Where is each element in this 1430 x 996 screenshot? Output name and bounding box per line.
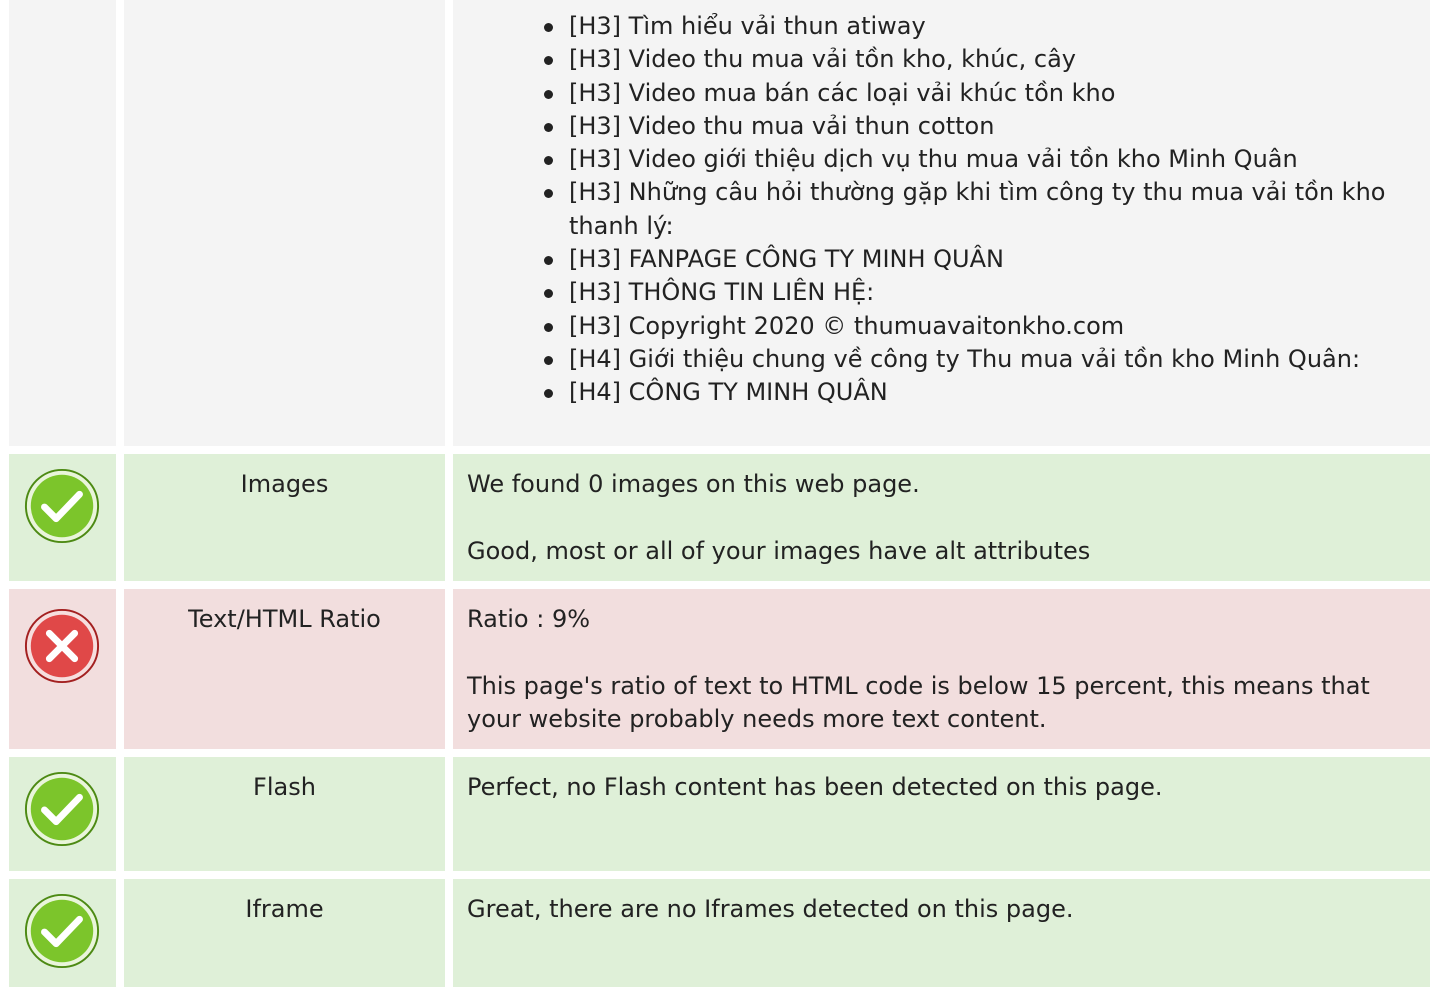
result-line: Ratio : 9% <box>467 605 591 633</box>
ratio-icon-cell <box>9 589 116 749</box>
seo-report: [H3] Tìm hiểu vải thun atiway [H3] Video… <box>9 0 1430 995</box>
result-line: Good, most or all of your images have al… <box>467 537 1091 565</box>
result-line: Perfect, no Flash content has been detec… <box>467 773 1163 801</box>
error-circle-icon <box>24 608 100 684</box>
headings-row: [H3] Tìm hiểu vải thun atiway [H3] Video… <box>9 0 1430 446</box>
iframe-check-row: Iframe Great, there are no Iframes detec… <box>9 879 1430 987</box>
check-name: Images <box>240 470 329 498</box>
iframe-body-cell: Great, there are no Iframes detected on … <box>453 879 1430 987</box>
heading-item: [H4] Giới thiệu chung về công ty Thu mua… <box>544 343 1420 376</box>
heading-item: [H3] Những câu hỏi thường gặp khi tìm cô… <box>544 176 1420 243</box>
check-name: Text/HTML Ratio <box>188 605 381 633</box>
images-body-cell: We found 0 images on this web page. Good… <box>453 454 1430 581</box>
ratio-body-cell: Ratio : 9% This page's ratio of text to … <box>453 589 1430 749</box>
heading-item: [H4] CÔNG TY MINH QUÂN <box>544 376 1420 409</box>
images-check-row: Images We found 0 images on this web pag… <box>9 454 1430 581</box>
check-result: Perfect, no Flash content has been detec… <box>453 757 1430 818</box>
ratio-name-cell: Text/HTML Ratio <box>124 589 445 749</box>
check-circle-icon <box>24 771 100 847</box>
flash-name-cell: Flash <box>124 757 445 871</box>
heading-item: [H3] Video mua bán các loại vải khúc tồn… <box>544 77 1420 110</box>
headings-name-cell <box>124 0 445 446</box>
headings-list: [H3] Tìm hiểu vải thun atiway [H3] Video… <box>453 10 1430 410</box>
flash-body-cell: Perfect, no Flash content has been detec… <box>453 757 1430 871</box>
check-circle-icon <box>24 893 100 969</box>
result-line: This page's ratio of text to HTML code i… <box>467 672 1370 733</box>
result-line: We found 0 images on this web page. <box>467 470 920 498</box>
result-line: Great, there are no Iframes detected on … <box>467 895 1074 923</box>
check-name: Iframe <box>245 895 324 923</box>
iframe-name-cell: Iframe <box>124 879 445 987</box>
ratio-check-row: Text/HTML Ratio Ratio : 9% This page's r… <box>9 589 1430 749</box>
check-name: Flash <box>253 773 316 801</box>
headings-icon-cell <box>9 0 116 446</box>
flash-icon-cell <box>9 757 116 871</box>
heading-item: [H3] Video thu mua vải tồn kho, khúc, câ… <box>544 43 1420 76</box>
check-result: We found 0 images on this web page. Good… <box>453 454 1430 582</box>
images-name-cell: Images <box>124 454 445 581</box>
heading-item: [H3] THÔNG TIN LIÊN HỆ: <box>544 276 1420 309</box>
check-result: Ratio : 9% This page's ratio of text to … <box>453 589 1430 750</box>
heading-item: [H3] FANPAGE CÔNG TY MINH QUÂN <box>544 243 1420 276</box>
headings-body-cell: [H3] Tìm hiểu vải thun atiway [H3] Video… <box>453 0 1430 446</box>
flash-check-row: Flash Perfect, no Flash content has been… <box>9 757 1430 871</box>
images-icon-cell <box>9 454 116 581</box>
heading-item: [H3] Video giới thiệu dịch vụ thu mua vả… <box>544 143 1420 176</box>
iframe-icon-cell <box>9 879 116 987</box>
heading-item: [H3] Tìm hiểu vải thun atiway <box>544 10 1420 43</box>
check-result: Great, there are no Iframes detected on … <box>453 879 1430 940</box>
heading-item: [H3] Copyright 2020 © thumuavaitonkho.co… <box>544 310 1420 343</box>
heading-item: [H3] Video thu mua vải thun cotton <box>544 110 1420 143</box>
check-circle-icon <box>24 468 100 544</box>
